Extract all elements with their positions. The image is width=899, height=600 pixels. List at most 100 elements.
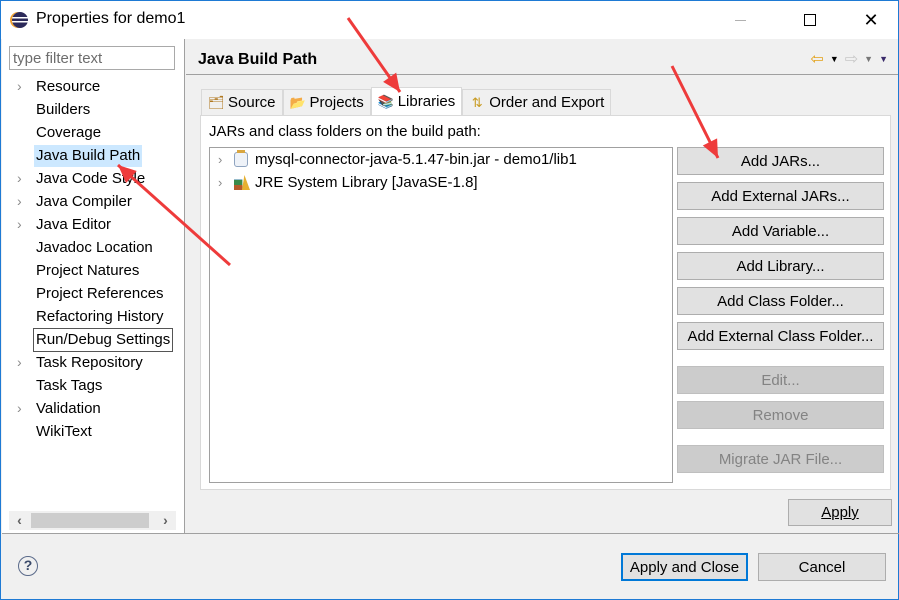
build-path-entries-tree[interactable]: › mysql-connector-java-5.1.47-bin.jar - d… [209,147,673,483]
tab-label: Projects [309,94,364,111]
library-book-icon [242,175,250,190]
minimize-button[interactable] [717,1,763,39]
minimize-icon [734,19,746,21]
preference-tree-pane: › Resource Builders Coverage Java Build Path… [2,39,185,534]
close-button[interactable]: ✕ [848,1,894,39]
chevron-right-icon[interactable]: › [17,75,27,98]
cancel-button[interactable]: Cancel [758,553,886,581]
scroll-left-icon[interactable]: ‹ [9,511,30,530]
tab-label: Libraries [397,93,456,110]
sidebar-item-label: Java Build Path [34,145,143,167]
chevron-right-icon[interactable]: › [17,167,27,190]
sidebar-item[interactable]: Project References [2,282,185,305]
footer-divider [2,533,899,534]
view-menu-icon[interactable]: ▼ [879,54,888,64]
order-export-icon: ⇅ [471,94,483,110]
source-folder-icon: 🗂 [208,94,225,110]
eclipse-logo-icon [12,12,28,28]
sidebar-item-label: Coverage [36,124,102,141]
sidebar-item[interactable]: Refactoring History [2,305,185,328]
sidebar-item[interactable]: Builders [2,98,185,121]
sidebar-item[interactable]: › Java Code Style [2,167,185,190]
entry-label: JRE System Library [JavaSE-1.8] [255,174,478,191]
forward-arrow-icon[interactable]: ⇨ [845,49,858,69]
tab-order-and-export[interactable]: ⇅ Order and Export [462,89,612,115]
libraries-tab-panel: JARs and class folders on the build path… [200,115,891,490]
sidebar-item-label: Refactoring History [36,308,164,325]
chevron-right-icon[interactable]: › [17,190,27,213]
sidebar-item-label: Java Code Style [36,170,146,187]
sidebar-item[interactable]: Java Build Path [2,144,185,167]
chevron-right-icon[interactable]: › [17,351,27,374]
tab-label: Order and Export [489,94,605,111]
libraries-icon: 📚 [377,93,394,109]
edit-button: Edit... [677,366,884,394]
back-dropdown-icon[interactable]: ▼ [830,54,839,64]
section-label: JARs and class folders on the build path… [209,123,481,140]
entry-label: mysql-connector-java-5.1.47-bin.jar - de… [255,151,577,168]
sidebar-item[interactable]: Project Natures [2,259,185,282]
window-title: Properties for demo1 [36,10,186,27]
sidebar-item[interactable]: › Java Compiler [2,190,185,213]
add-class-folder-button[interactable]: Add Class Folder... [677,287,884,315]
projects-folder-icon: 📂 [289,94,306,110]
jar-icon [234,150,248,167]
maximize-button[interactable] [787,1,833,39]
tab-libraries[interactable]: 📚 Libraries [370,87,463,115]
page-navigation: ⇦ ▼ ⇨ ▼ ▼ [810,49,888,69]
sidebar-item[interactable]: Coverage [2,121,185,144]
build-path-entry[interactable]: › JRE System Library [JavaSE-1.8] [210,171,672,194]
sidebar-item[interactable]: › Resource [2,75,185,98]
sidebar-item-label: Builders [36,101,91,118]
apply-and-close-button[interactable]: Apply and Close [621,553,748,581]
maximize-icon [804,14,816,26]
help-icon[interactable]: ? [18,556,38,576]
close-icon: ✕ [863,9,879,30]
horizontal-scrollbar[interactable]: ‹ › [9,511,176,530]
sidebar-item[interactable]: Task Tags [2,374,185,397]
sidebar-item-label: Project References [36,285,164,302]
add-jars-button[interactable]: Add JARs... [677,147,884,175]
remove-button: Remove [677,401,884,429]
add-external-class-folder-button[interactable]: Add External Class Folder... [677,322,884,350]
apply-label: Apply [821,504,859,521]
tab-source[interactable]: 🗂 Source [201,89,283,115]
forward-dropdown-icon[interactable]: ▼ [864,54,873,64]
page-header: Java Build Path ⇦ ▼ ⇨ ▼ ▼ [186,39,898,75]
page-title: Java Build Path [198,51,318,68]
preference-tree: › Resource Builders Coverage Java Build Path… [2,75,185,443]
properties-dialog: Properties for demo1 ✕ › Resource Builders… [0,0,899,600]
tab-label: Source [228,94,276,111]
add-external-jars-button[interactable]: Add External JARs... [677,182,884,210]
apply-button[interactable]: Apply [788,499,892,526]
scroll-right-icon[interactable]: › [155,511,176,530]
sidebar-item-label: Java Editor [36,216,112,233]
sidebar-item-label: Run/Debug Settings [32,328,174,352]
sidebar-item[interactable]: › Task Repository [2,351,185,374]
sidebar-item-label: Validation [36,400,101,417]
sidebar-item-label: Project Natures [36,262,140,279]
sidebar-item-label: Java Compiler [36,193,132,210]
sidebar-item[interactable]: › Validation [2,397,185,420]
sidebar-item[interactable]: › Java Editor [2,213,185,236]
chevron-right-icon[interactable]: › [17,213,27,236]
sidebar-item-label: Task Tags [36,377,103,394]
sidebar-item-label: WikiText [36,423,92,440]
chevron-right-icon[interactable]: › [218,171,222,194]
build-path-entry[interactable]: › mysql-connector-java-5.1.47-bin.jar - d… [210,148,672,171]
back-arrow-icon[interactable]: ⇦ [810,49,823,69]
sidebar-item-label: Javadoc Location [36,239,153,256]
add-variable-button[interactable]: Add Variable... [677,217,884,245]
migrate-jar-file-button: Migrate JAR File... [677,445,884,473]
tab-projects[interactable]: 📂 Projects [282,89,371,115]
sidebar-item[interactable]: Javadoc Location [2,236,185,259]
chevron-right-icon[interactable]: › [17,397,27,420]
chevron-right-icon[interactable]: › [218,148,222,171]
scrollbar-thumb[interactable] [31,513,149,528]
sidebar-item[interactable]: Run/Debug Settings [2,328,185,352]
filter-input[interactable] [9,46,175,70]
sidebar-item[interactable]: WikiText [2,420,185,443]
sidebar-item-label: Resource [36,78,101,95]
sidebar-item-label: Task Repository [36,354,143,371]
add-library-button[interactable]: Add Library... [677,252,884,280]
